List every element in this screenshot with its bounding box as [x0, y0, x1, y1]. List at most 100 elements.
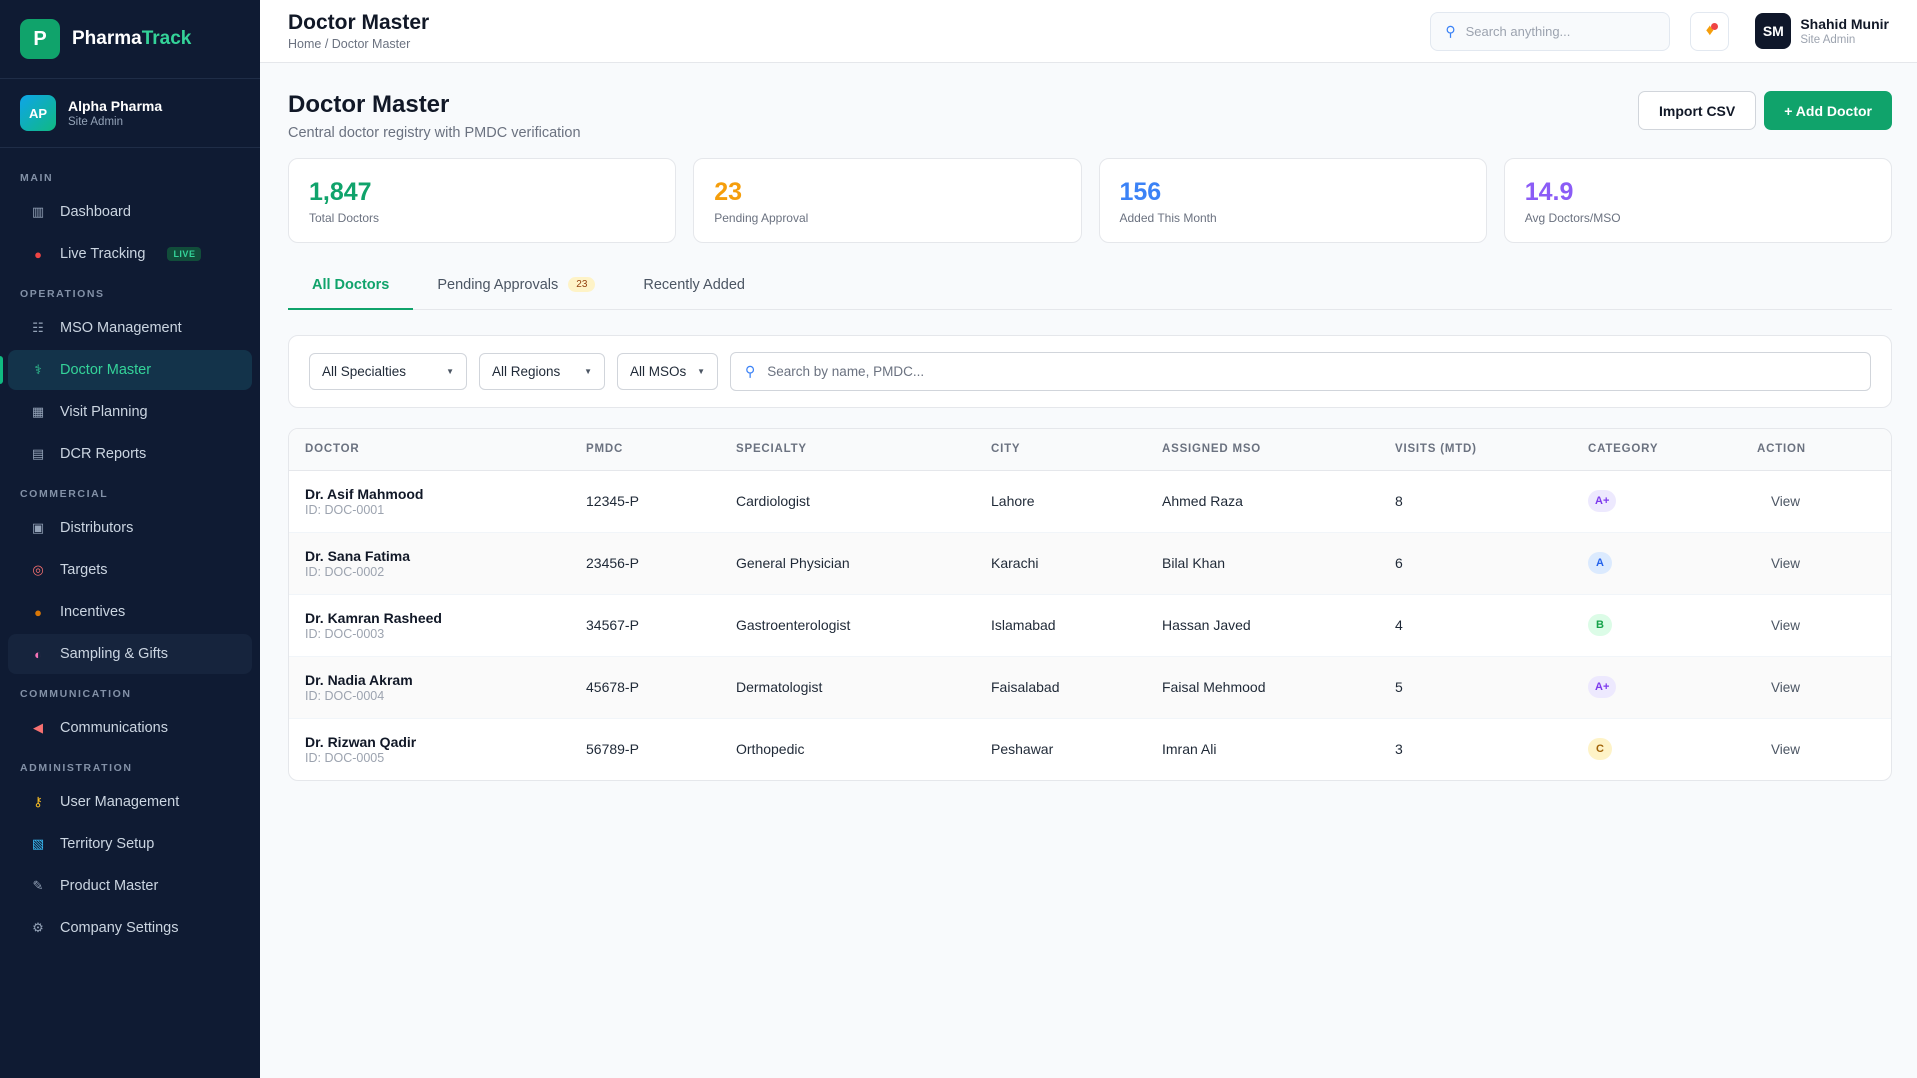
dashboard-icon: ▥ — [31, 204, 45, 219]
import-csv-button[interactable]: Import CSV — [1638, 91, 1757, 130]
brand[interactable]: P PharmaTrack — [0, 0, 260, 79]
org-role: Site Admin — [68, 116, 123, 128]
brand-name: PharmaTrack — [72, 28, 191, 50]
page-title: Doctor Master — [288, 91, 450, 118]
user-avatar[interactable]: SM — [1755, 13, 1792, 49]
view-link[interactable]: View — [1757, 556, 1800, 571]
sidebar-item-dcr-reports[interactable]: ▤ DCR Reports — [8, 434, 252, 474]
column-header-pmdc[interactable]: PMDC — [570, 429, 720, 470]
view-link[interactable]: View — [1757, 618, 1800, 633]
sidebar-item-label: Visit Planning — [60, 404, 148, 420]
mso-cell: Imran Ali — [1162, 741, 1217, 758]
table-row[interactable]: Dr. Kamran Rasheed ID: DOC-0003 34567-P G… — [289, 594, 1891, 656]
sidebar-item-doctor-master[interactable]: ⚕ Doctor Master — [0, 350, 252, 390]
mso-cell: Bilal Khan — [1162, 555, 1226, 571]
doctor-id: ID: DOC-0001 — [305, 502, 385, 517]
sidebar-item-product-master[interactable]: ✎ Product Master — [8, 866, 252, 906]
stat-value: 1,847 — [309, 178, 372, 206]
brand-name-main: Pharma — [72, 28, 142, 49]
pill-icon: ◐ — [34, 646, 42, 662]
category-badge: A — [1588, 552, 1612, 574]
city-cell: Lahore — [991, 493, 1035, 509]
sidebar-item-dashboard[interactable]: ▥ Dashboard — [8, 192, 252, 232]
mso-cell: Hassan Javed — [1162, 617, 1251, 633]
column-header-category[interactable]: CATEGORY — [1572, 429, 1741, 470]
doctor-search-placeholder: Search by name, PMDC... — [767, 364, 925, 379]
tab-recently-added[interactable]: Recently Added — [619, 260, 769, 309]
sidebar-item-label: Sampling & Gifts — [60, 646, 168, 662]
sidebar-item-label: Distributors — [60, 520, 134, 536]
column-header-specialty[interactable]: SPECIALTY — [720, 429, 975, 470]
search-icon: ⚲ — [745, 363, 756, 379]
visits-cell: 3 — [1395, 741, 1403, 758]
sidebar-item-live-tracking[interactable]: ● Live Tracking LIVE — [8, 234, 252, 274]
map-icon: ▧ — [31, 836, 45, 851]
select-value: All Specialties — [322, 364, 407, 379]
city-cell: Karachi — [991, 555, 1039, 571]
tab-pending-approvals[interactable]: Pending Approvals 23 — [413, 260, 619, 309]
stat-card: 23 Pending Approval — [693, 158, 1082, 243]
specialty-cell: Cardiologist — [736, 493, 810, 509]
doctor-search-input[interactable]: ⚲ Search by name, PMDC... — [730, 352, 1871, 391]
key-icon: ⚷ — [33, 794, 43, 809]
specialty-select[interactable]: All Specialties ▼ — [309, 353, 467, 390]
tab-label: Pending Approvals — [437, 276, 559, 293]
column-header-doctor[interactable]: DOCTOR — [289, 429, 570, 470]
global-search-input[interactable]: ⚲ Search anything... — [1430, 11, 1671, 51]
table-row[interactable]: Dr. Nadia Akram ID: DOC-0004 45678-P Derm… — [289, 656, 1891, 718]
user-role: Site Admin — [1800, 34, 1856, 46]
section-label-communication: COMMUNICATION — [20, 688, 132, 700]
stat-card: 14.9 Avg Doctors/MSO — [1503, 158, 1892, 243]
specialty-cell: General Physician — [736, 555, 850, 571]
money-bag-icon: ● — [34, 604, 42, 620]
sidebar-item-label: Dashboard — [60, 204, 131, 220]
stat-value: 23 — [714, 178, 743, 206]
table-row[interactable]: Dr. Asif Mahmood ID: DOC-0001 12345-P Car… — [289, 470, 1891, 532]
view-link[interactable]: View — [1757, 680, 1800, 695]
column-header-visits[interactable]: VISITS (MTD) — [1379, 429, 1572, 470]
visits-cell: 5 — [1395, 679, 1403, 695]
breadcrumb[interactable]: Home / Doctor Master — [288, 37, 429, 51]
view-link[interactable]: View — [1757, 742, 1800, 757]
mso-cell: Faisal Mehmood — [1162, 679, 1266, 695]
sidebar-item-incentives[interactable]: ● Incentives — [8, 592, 252, 632]
mso-select[interactable]: All MSOs ▼ — [617, 353, 718, 390]
user-menu[interactable]: Shahid Munir Site Admin — [1800, 16, 1889, 46]
stat-value: 156 — [1119, 178, 1162, 206]
table-row[interactable]: Dr. Rizwan Qadir ID: DOC-0005 56789-P Ort… — [289, 718, 1891, 780]
org-switcher[interactable]: AP Alpha Pharma Site Admin — [0, 79, 260, 148]
notifications-button[interactable]: ♦ — [1690, 11, 1730, 51]
region-select[interactable]: All Regions ▼ — [479, 353, 605, 390]
section-label-main: MAIN — [20, 172, 54, 184]
sidebar-item-label: Targets — [60, 562, 108, 578]
main: Doctor Master Home / Doctor Master ⚲ Sea… — [260, 0, 1917, 1078]
specialty-cell: Dermatologist — [736, 679, 823, 695]
sidebar-item-company-settings[interactable]: ⚙ Company Settings — [8, 908, 252, 948]
sidebar-item-territory-setup[interactable]: ▧ Territory Setup — [8, 824, 252, 864]
sidebar-item-sampling-gifts[interactable]: ◐ Sampling & Gifts — [8, 634, 252, 674]
section-label-administration: ADMINISTRATION — [20, 762, 133, 774]
column-header-mso[interactable]: ASSIGNED MSO — [1146, 429, 1379, 470]
visits-cell: 6 — [1395, 555, 1403, 571]
column-header-city[interactable]: CITY — [975, 429, 1146, 470]
sidebar-item-distributors[interactable]: ▣ Distributors — [8, 508, 252, 548]
sidebar-item-communications[interactable]: ◀ Communications — [8, 708, 252, 748]
sidebar-item-targets[interactable]: ◎ Targets — [8, 550, 252, 590]
city-cell: Islamabad — [991, 617, 1056, 633]
add-doctor-button[interactable]: + Add Doctor — [1764, 91, 1892, 130]
sidebar-item-user-management[interactable]: ⚷ User Management — [8, 782, 252, 822]
stat-card: 156 Added This Month — [1098, 158, 1487, 243]
table-row[interactable]: Dr. Sana Fatima ID: DOC-0002 23456-P Gene… — [289, 532, 1891, 594]
sidebar-item-visit-planning[interactable]: ▦ Visit Planning — [8, 392, 252, 432]
view-link[interactable]: View — [1757, 494, 1800, 509]
doctor-name: Dr. Rizwan Qadir — [305, 733, 417, 750]
sidebar-item-mso-management[interactable]: ☷ MSO Management — [8, 308, 252, 348]
section-label-operations: OPERATIONS — [20, 288, 105, 300]
stat-label: Avg Doctors/MSO — [1524, 211, 1621, 225]
org-name: Alpha Pharma — [68, 98, 163, 114]
notification-dot — [1711, 22, 1719, 30]
doctor-name: Dr. Kamran Rasheed — [305, 609, 442, 626]
search-icon: ⚲ — [1445, 22, 1456, 39]
sidebar: P PharmaTrack AP Alpha Pharma Site Admin… — [0, 0, 260, 1078]
tab-all-doctors[interactable]: All Doctors — [288, 260, 414, 310]
